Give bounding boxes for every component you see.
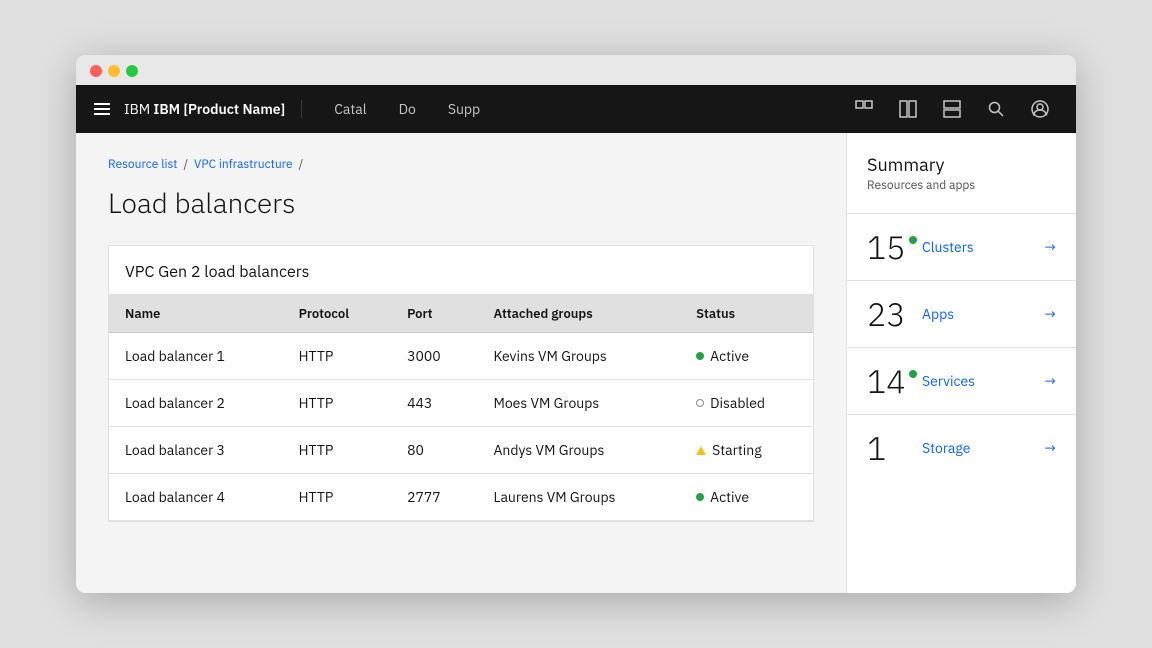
count-number: 1: [867, 427, 886, 469]
col-status: Status: [680, 295, 813, 333]
status-active-icon: [696, 352, 704, 360]
summary-arrow-icon[interactable]: →: [1045, 372, 1056, 390]
count-number: 15: [867, 226, 905, 268]
cell-name: Load balancer 1: [109, 333, 283, 380]
breadcrumb-vpc[interactable]: VPC infrastructure: [194, 157, 293, 172]
panels2-icon[interactable]: [888, 85, 928, 133]
status-starting-icon: [696, 446, 706, 455]
table-row[interactable]: Load balancer 1HTTP3000Kevins VM Groups A…: [109, 333, 813, 380]
table-row[interactable]: Load balancer 4HTTP2777Laurens VM Groups…: [109, 474, 813, 521]
table-header-row: Name Protocol Port Attached groups Statu…: [109, 295, 813, 333]
cell-name: Load balancer 4: [109, 474, 283, 521]
services-count: 14: [867, 360, 922, 402]
browser-dots: [90, 65, 1062, 77]
status-active-icon: [696, 493, 704, 501]
hamburger-icon[interactable]: [92, 99, 112, 119]
summary-item: 23 Apps→: [847, 280, 1076, 347]
section-header: VPC Gen 2 load balancers: [109, 246, 813, 295]
browser-window: IBM IBM [Product Name] Catal Do Supp: [76, 55, 1076, 593]
cell-protocol: HTTP: [283, 380, 391, 427]
cell-attached-groups: Andys VM Groups: [477, 427, 680, 474]
summary-subtitle: Resources and apps: [867, 178, 1056, 193]
status-text: Active: [710, 488, 749, 506]
storage-count: 1: [867, 427, 922, 469]
summary-item: 15 Clusters→: [847, 213, 1076, 280]
cell-status: Active: [680, 333, 813, 380]
section-card: VPC Gen 2 load balancers Name Protocol P…: [108, 245, 814, 522]
summary-header: Summary Resources and apps: [847, 153, 1076, 213]
topnav: IBM IBM [Product Name] Catal Do Supp: [76, 85, 1076, 133]
brand-name: IBM IBM [Product Name]: [124, 100, 302, 118]
right-panel: Summary Resources and apps 15Clusters→23…: [846, 133, 1076, 593]
summary-arrow-icon[interactable]: →: [1045, 238, 1056, 256]
topnav-icons: [844, 85, 1060, 133]
clusters-count: 15: [867, 226, 922, 268]
topnav-link-support[interactable]: Supp: [432, 85, 496, 133]
dot-green[interactable]: [126, 65, 138, 77]
status-disabled-icon: [696, 399, 704, 407]
breadcrumb-sep-2: /: [299, 157, 304, 172]
summary-items: 15Clusters→23Apps→14Services→1Storage→: [847, 213, 1076, 481]
user-icon[interactable]: [1020, 85, 1060, 133]
panels3-icon[interactable]: [932, 85, 972, 133]
col-protocol: Protocol: [283, 295, 391, 333]
table-header: Name Protocol Port Attached groups Statu…: [109, 295, 813, 333]
count-number: 23: [867, 293, 905, 335]
apps-count: 23: [867, 293, 922, 335]
status-text: Starting: [712, 441, 761, 459]
cell-port: 3000: [391, 333, 477, 380]
table-row[interactable]: Load balancer 3HTTP80Andys VM Groups Star…: [109, 427, 813, 474]
summary-resource-link[interactable]: Storage: [922, 439, 1045, 457]
dot-yellow[interactable]: [108, 65, 120, 77]
summary-resource-link[interactable]: Services: [922, 372, 1045, 390]
summary-resource-link[interactable]: Clusters: [922, 238, 1045, 256]
count-status-dot: [909, 370, 917, 378]
cell-name: Load balancer 3: [109, 427, 283, 474]
dot-red[interactable]: [90, 65, 102, 77]
cell-attached-groups: Moes VM Groups: [477, 380, 680, 427]
count-status-dot: [909, 236, 917, 244]
breadcrumb: Resource list / VPC infrastructure /: [108, 157, 814, 172]
search-icon[interactable]: [976, 85, 1016, 133]
col-port: Port: [391, 295, 477, 333]
cell-name: Load balancer 2: [109, 380, 283, 427]
cell-port: 443: [391, 380, 477, 427]
data-table: Name Protocol Port Attached groups Statu…: [109, 295, 813, 521]
browser-chrome: [76, 55, 1076, 85]
left-panel: Resource list / VPC infrastructure / Loa…: [76, 133, 846, 593]
summary-arrow-icon[interactable]: →: [1045, 439, 1056, 457]
cell-status: Starting: [680, 427, 813, 474]
breadcrumb-sep-1: /: [183, 157, 188, 172]
cell-port: 80: [391, 427, 477, 474]
cell-status: Active: [680, 474, 813, 521]
summary-item: 1 Storage→: [847, 414, 1076, 481]
col-attached: Attached groups: [477, 295, 680, 333]
page-title: Load balancers: [108, 184, 814, 221]
summary-arrow-icon[interactable]: →: [1045, 305, 1056, 323]
status-text: Disabled: [710, 394, 765, 412]
cell-attached-groups: Laurens VM Groups: [477, 474, 680, 521]
main-content: Resource list / VPC infrastructure / Loa…: [76, 133, 1076, 593]
cell-port: 2777: [391, 474, 477, 521]
table-body: Load balancer 1HTTP3000Kevins VM GroupsA…: [109, 333, 813, 521]
summary-item: 14 Services→: [847, 347, 1076, 414]
col-name: Name: [109, 295, 283, 333]
breadcrumb-resource-list[interactable]: Resource list: [108, 157, 177, 172]
cell-attached-groups: Kevins VM Groups: [477, 333, 680, 380]
topnav-links: Catal Do Supp: [318, 85, 844, 133]
count-number: 14: [867, 360, 905, 402]
cell-protocol: HTTP: [283, 333, 391, 380]
topnav-link-docs[interactable]: Do: [383, 85, 432, 133]
cell-status: Disabled: [680, 380, 813, 427]
topnav-link-catalog[interactable]: Catal: [318, 85, 382, 133]
panels-icon[interactable]: [844, 85, 884, 133]
cell-protocol: HTTP: [283, 474, 391, 521]
summary-title: Summary: [867, 153, 1056, 176]
table-row[interactable]: Load balancer 2HTTP443Moes VM Groups Disa…: [109, 380, 813, 427]
summary-resource-link[interactable]: Apps: [922, 305, 1045, 323]
status-text: Active: [710, 347, 749, 365]
cell-protocol: HTTP: [283, 427, 391, 474]
